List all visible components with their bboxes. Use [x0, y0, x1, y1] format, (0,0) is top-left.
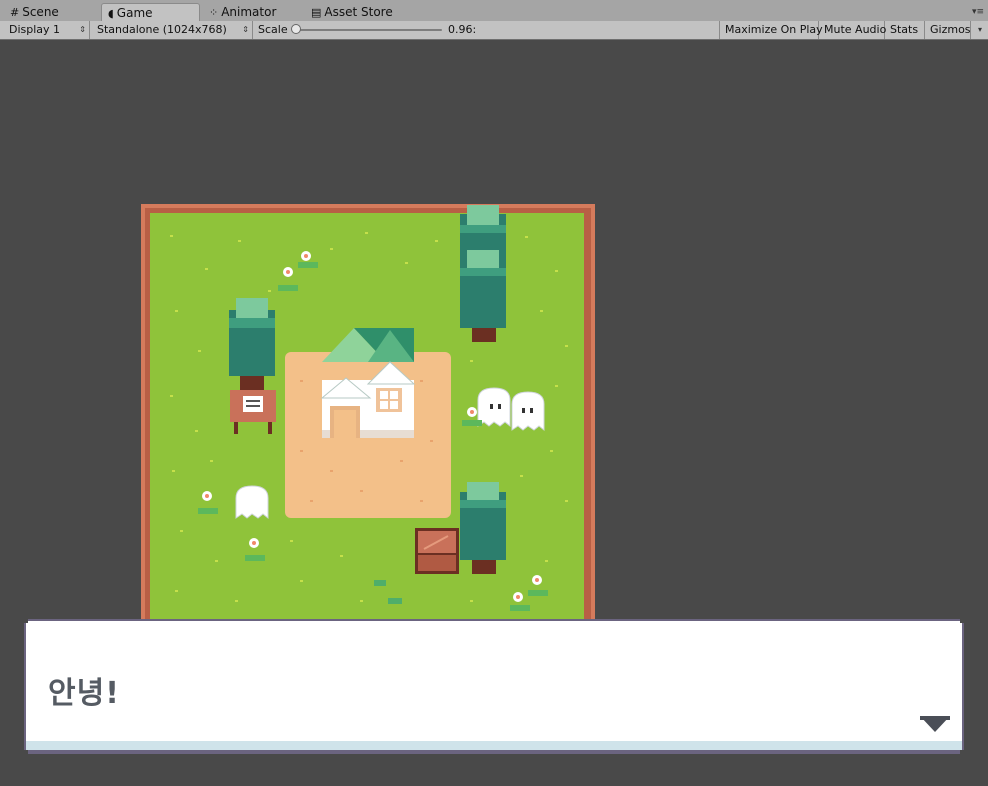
scale-slider-track[interactable] [296, 29, 442, 31]
gizmos-dropdown-arrow[interactable]: ▾ [971, 21, 986, 39]
dropdown-arrows-icon: ⇕ [242, 25, 249, 34]
scale-slider-thumb[interactable] [291, 24, 301, 34]
gizmos-label: Gizmos [930, 23, 971, 36]
tab-game[interactable]: ◖ Game [101, 3, 200, 21]
scale-label: Scale [258, 23, 288, 36]
ghost-sprite [235, 485, 269, 520]
window-tab-bar: # Scene ◖ Game ⁘ Animator ▤ Asset Store ▾≡ [0, 0, 988, 22]
hash-icon: # [10, 6, 20, 19]
tree-sprite [460, 205, 506, 342]
stats-label: Stats [890, 23, 919, 36]
resolution-dropdown-label: Standalone (1024x768) [97, 23, 227, 36]
dialog-box[interactable] [24, 619, 964, 754]
stats-toggle[interactable]: Stats [885, 21, 925, 39]
chevron-down-icon: ▾ [977, 25, 982, 34]
tab-animator[interactable]: ⁘ Animator [203, 3, 298, 21]
display-dropdown[interactable]: Display 1 ⇕ [4, 21, 90, 39]
maximize-on-play-toggle[interactable]: Maximize On Play [719, 21, 823, 39]
ghost-sprite [477, 387, 511, 428]
tab-scene-label: Scene [22, 5, 59, 19]
mute-audio-label: Mute Audio [824, 23, 887, 36]
ghost-sprite [511, 391, 545, 432]
bag-icon: ▤ [311, 6, 322, 19]
resolution-dropdown[interactable]: Standalone (1024x768) ⇕ [92, 21, 253, 39]
gizmos-toggle[interactable]: Gizmos [925, 21, 971, 39]
panel-menu-icon[interactable]: ▾≡ [972, 7, 984, 17]
tab-scene[interactable]: # Scene [4, 3, 76, 21]
nodes-icon: ⁘ [209, 6, 219, 19]
down-triangle-icon[interactable] [920, 716, 950, 734]
maximize-on-play-label: Maximize On Play [725, 23, 823, 36]
mute-audio-toggle[interactable]: Mute Audio [819, 21, 887, 39]
tab-game-label: Game [116, 6, 153, 20]
pacman-icon: ◖ [108, 7, 114, 20]
dialog-text: 안녕! [48, 676, 120, 711]
tab-asset-store-label: Asset Store [324, 5, 393, 19]
crate-sprite [415, 528, 459, 574]
scale-value: 0.96: [448, 23, 477, 36]
tab-animator-label: Animator [221, 5, 277, 19]
game-view-toolbar: Display 1 ⇕ Standalone (1024x768) ⇕ Scale … [0, 21, 988, 40]
tab-asset-store[interactable]: ▤ Asset Store [305, 3, 405, 21]
dropdown-arrows-icon: ⇕ [79, 25, 86, 34]
display-dropdown-label: Display 1 [9, 23, 61, 36]
